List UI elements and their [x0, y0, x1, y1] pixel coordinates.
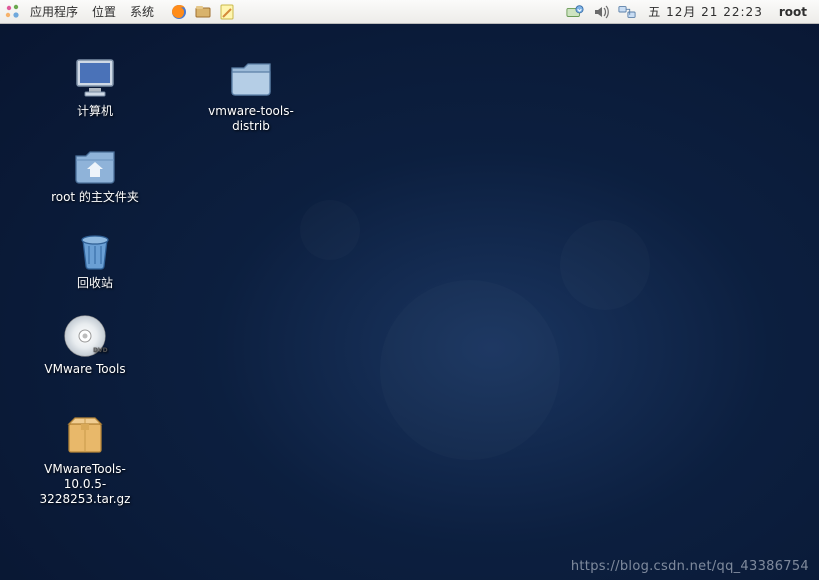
top-panel: 应用程序 位置 系统 五 12月 21 22:23 root: [0, 0, 819, 24]
menu-system[interactable]: 系统: [124, 1, 160, 22]
desktop-area[interactable]: 计算机 root 的主文件夹回收站 DVD VMware Tools VMwareToo…: [0, 24, 819, 580]
desktop-icon-label: VMware Tools: [42, 362, 127, 377]
folder-icon: [227, 54, 275, 102]
monitor-icon: [71, 54, 119, 102]
desktop-icon-distrib[interactable]: vmware-tools-distrib: [196, 54, 306, 134]
desktop-icon-label: VMwareTools-10.0.5-3228253.tar.gz: [30, 462, 140, 507]
svg-text:DVD: DVD: [93, 347, 108, 354]
clock[interactable]: 五 12月 21 22:23: [644, 3, 767, 20]
menu-places[interactable]: 位置: [86, 1, 122, 22]
package-icon: [61, 412, 109, 460]
network-icon[interactable]: [618, 3, 636, 21]
desktop-icon-label: 回收站: [75, 276, 115, 291]
desktop-icon-computer[interactable]: 计算机: [40, 54, 150, 119]
desktop-icon-tarball[interactable]: VMwareTools-10.0.5-3228253.tar.gz: [30, 412, 140, 507]
user-menu[interactable]: root: [775, 5, 815, 19]
desktop-icon-homefolder[interactable]: root 的主文件夹: [40, 140, 150, 205]
volume-icon[interactable]: [592, 3, 610, 21]
gnome-menu-icon[interactable]: [4, 3, 22, 21]
desktop-icon-label: vmware-tools-distrib: [196, 104, 306, 134]
dvd-icon: DVD: [61, 312, 109, 360]
desktop-icon-vmwtools[interactable]: DVD VMware Tools: [30, 312, 140, 377]
desktop-icon-label: 计算机: [75, 104, 115, 119]
file-manager-icon[interactable]: [194, 3, 212, 21]
home-folder-icon: [71, 140, 119, 188]
update-notifier-icon[interactable]: [566, 3, 584, 21]
text-editor-icon[interactable]: [218, 3, 236, 21]
desktop-icon-trash[interactable]: 回收站: [40, 226, 150, 291]
menu-applications[interactable]: 应用程序: [24, 1, 84, 22]
desktop-icon-label: root 的主文件夹: [49, 190, 141, 205]
firefox-icon[interactable]: [170, 3, 188, 21]
trash-icon: [71, 226, 119, 274]
watermark-text: https://blog.csdn.net/qq_43386754: [571, 559, 809, 574]
